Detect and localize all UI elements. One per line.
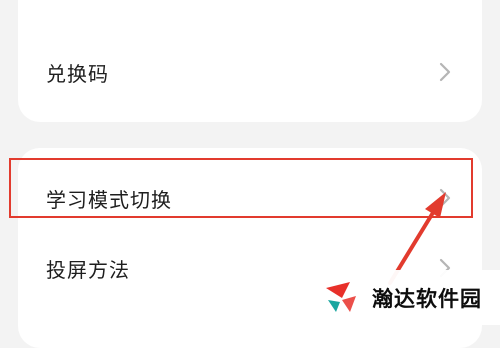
row-label: 学习模式切换 (46, 187, 172, 212)
row-label: 兑换码 (46, 61, 109, 86)
brand-logo-icon (326, 281, 356, 312)
chevron-right-icon (438, 62, 452, 82)
row-label: 投屏方法 (46, 257, 130, 282)
watermark: 瀚达软件园 (302, 270, 500, 325)
settings-row-study-mode-switch[interactable]: 学习模式切换 (18, 170, 482, 226)
settings-card-top: 兑换码 (18, 0, 482, 122)
watermark-text: 瀚达软件园 (372, 286, 482, 311)
chevron-right-icon (438, 188, 452, 208)
settings-row-redeem-code[interactable]: 兑换码 (18, 44, 482, 100)
